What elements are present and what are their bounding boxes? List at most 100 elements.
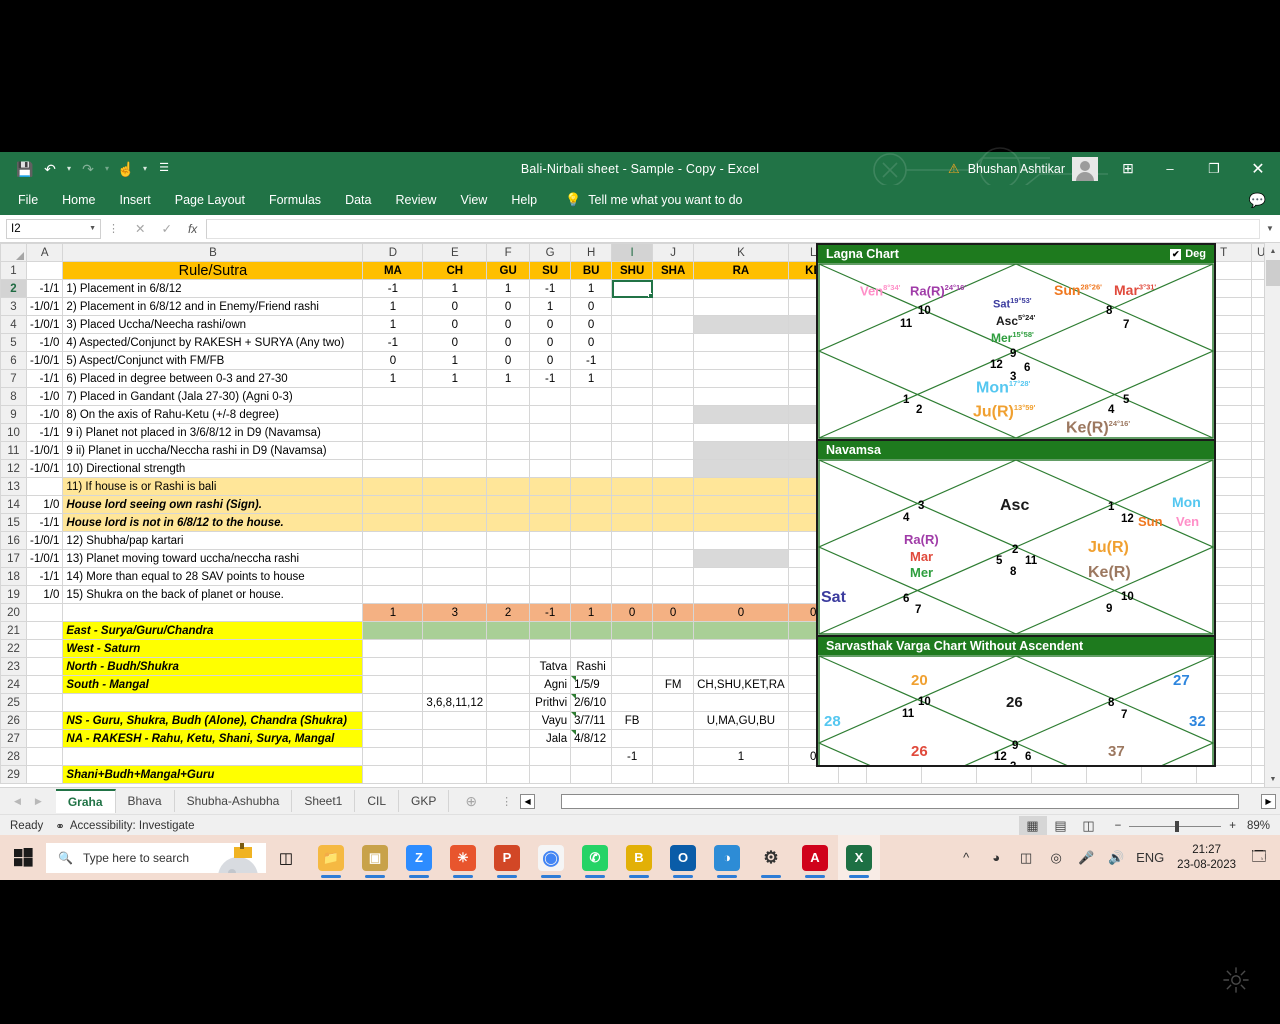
row-header-26[interactable]: 26 (1, 712, 27, 730)
cell-g8[interactable] (530, 388, 571, 406)
cell-b22[interactable]: West - Saturn (63, 640, 363, 658)
cell-total-e[interactable]: 3 (423, 604, 487, 622)
show-hidden-icons[interactable]: ^ (951, 835, 981, 880)
hscroll-left-icon[interactable]: ◀ (520, 794, 535, 809)
expand-formula-bar-icon[interactable]: ▼ (1260, 224, 1280, 233)
cell-k14[interactable] (694, 496, 789, 514)
touch-dropdown-icon[interactable]: ▾ (140, 164, 150, 173)
cell-e13[interactable] (423, 478, 487, 496)
tab-page-layout[interactable]: Page Layout (163, 188, 257, 212)
row-header-20[interactable]: 20 (1, 604, 27, 622)
cell-i29[interactable] (612, 766, 653, 784)
sheet-tab-bhava[interactable]: Bhava (116, 790, 175, 812)
undo-dropdown-icon[interactable]: ▾ (64, 164, 74, 173)
restore-button[interactable]: ❐ (1192, 152, 1236, 185)
name-box[interactable]: I2 ▼ (6, 219, 101, 239)
cell-i23[interactable] (612, 658, 653, 676)
cell-d17[interactable] (363, 550, 423, 568)
cell-i7[interactable] (612, 370, 653, 388)
cell-d19[interactable] (363, 586, 423, 604)
account-name[interactable]: Bhushan Ashtikar (968, 162, 1065, 176)
cell-k6[interactable] (694, 352, 789, 370)
cell-b5[interactable]: 4) Aspected/Conjunct by RAKESH + SURYA (… (63, 334, 363, 352)
cell-h8[interactable] (571, 388, 612, 406)
column-header-g[interactable]: G (530, 244, 571, 262)
cell-h26[interactable]: 3/7/11 (571, 712, 612, 730)
clock[interactable]: 21:27 23-08-2023 (1169, 843, 1244, 873)
cell-M[interactable] (838, 766, 866, 784)
cell-g5[interactable]: 0 (530, 334, 571, 352)
cell-a20[interactable] (27, 604, 63, 622)
cell-d14[interactable] (363, 496, 423, 514)
cell-f13[interactable] (487, 478, 530, 496)
cell-j24[interactable]: FM (653, 676, 694, 694)
confirm-entry-icon[interactable]: ✓ (161, 221, 171, 236)
column-header-h[interactable]: H (571, 244, 612, 262)
cell-d15[interactable] (363, 514, 423, 532)
minimize-button[interactable]: – (1148, 152, 1192, 185)
cell-g15[interactable] (530, 514, 571, 532)
cell-i11[interactable] (612, 442, 653, 460)
cell-e14[interactable] (423, 496, 487, 514)
cell-k9[interactable] (694, 406, 789, 424)
cell-h6[interactable]: -1 (571, 352, 612, 370)
cell-i27[interactable] (612, 730, 653, 748)
column-header-e[interactable]: E (423, 244, 487, 262)
cell-i5[interactable] (612, 334, 653, 352)
cell-f24[interactable] (487, 676, 530, 694)
cell-g2[interactable]: -1 (530, 280, 571, 298)
next-sheet-icon[interactable]: ▶ (35, 796, 42, 807)
cell-a27[interactable] (27, 730, 63, 748)
cell-g28[interactable] (530, 748, 571, 766)
cell-h21[interactable] (571, 622, 612, 640)
avatar[interactable] (1072, 157, 1098, 181)
cell-b26[interactable]: NS - Guru, Shukra, Budh (Alone), Chandra… (63, 712, 363, 730)
cell-total-k[interactable]: 0 (694, 604, 789, 622)
cell-g21[interactable] (530, 622, 571, 640)
cell-h29[interactable] (571, 766, 612, 784)
cell-e26[interactable] (423, 712, 487, 730)
cell-j13[interactable] (653, 478, 694, 496)
page-layout-view-icon[interactable]: ▤ (1047, 816, 1075, 836)
cell-f8[interactable] (487, 388, 530, 406)
cell-f18[interactable] (487, 568, 530, 586)
tab-insert[interactable]: Insert (108, 188, 163, 212)
cell-i14[interactable] (612, 496, 653, 514)
cell-a17[interactable]: -1/0/1 (27, 550, 63, 568)
cell-total-g[interactable]: -1 (530, 604, 571, 622)
cell-d16[interactable] (363, 532, 423, 550)
photo-app-icon[interactable]: ▣ (354, 835, 396, 880)
cell-a21[interactable] (27, 622, 63, 640)
cell-T[interactable] (1196, 766, 1251, 784)
cell-a26[interactable] (27, 712, 63, 730)
row-header-7[interactable]: 7 (1, 370, 27, 388)
cell-g12[interactable] (530, 460, 571, 478)
cell-h18[interactable] (571, 568, 612, 586)
cell-g6[interactable]: 0 (530, 352, 571, 370)
cell-k13[interactable] (694, 478, 789, 496)
cell-j4[interactable] (653, 316, 694, 334)
cell-total-i[interactable]: 0 (612, 604, 653, 622)
row-header-29[interactable]: 29 (1, 766, 27, 784)
cell-k2[interactable] (694, 280, 789, 298)
microphone-icon[interactable]: 🎤 (1071, 835, 1101, 880)
comments-icon[interactable]: 💬 (1249, 192, 1266, 209)
row-header-17[interactable]: 17 (1, 550, 27, 568)
cell-h17[interactable] (571, 550, 612, 568)
sheet-tab-cil[interactable]: CIL (355, 790, 399, 812)
cell-g22[interactable] (530, 640, 571, 658)
cell-e9[interactable] (423, 406, 487, 424)
cell-g16[interactable] (530, 532, 571, 550)
cell-k22[interactable] (694, 640, 789, 658)
previous-sheet-icon[interactable]: ◀ (14, 796, 21, 807)
cell-b7[interactable]: 6) Placed in degree between 0-3 and 27-3… (63, 370, 363, 388)
column-header-j[interactable]: J (653, 244, 694, 262)
cell-g4[interactable]: 0 (530, 316, 571, 334)
cell-g18[interactable] (530, 568, 571, 586)
cell-j9[interactable] (653, 406, 694, 424)
cell-d18[interactable] (363, 568, 423, 586)
row-header-22[interactable]: 22 (1, 640, 27, 658)
cell-a15[interactable]: -1/1 (27, 514, 63, 532)
cell-a14[interactable]: 1/0 (27, 496, 63, 514)
cell-i4[interactable] (612, 316, 653, 334)
